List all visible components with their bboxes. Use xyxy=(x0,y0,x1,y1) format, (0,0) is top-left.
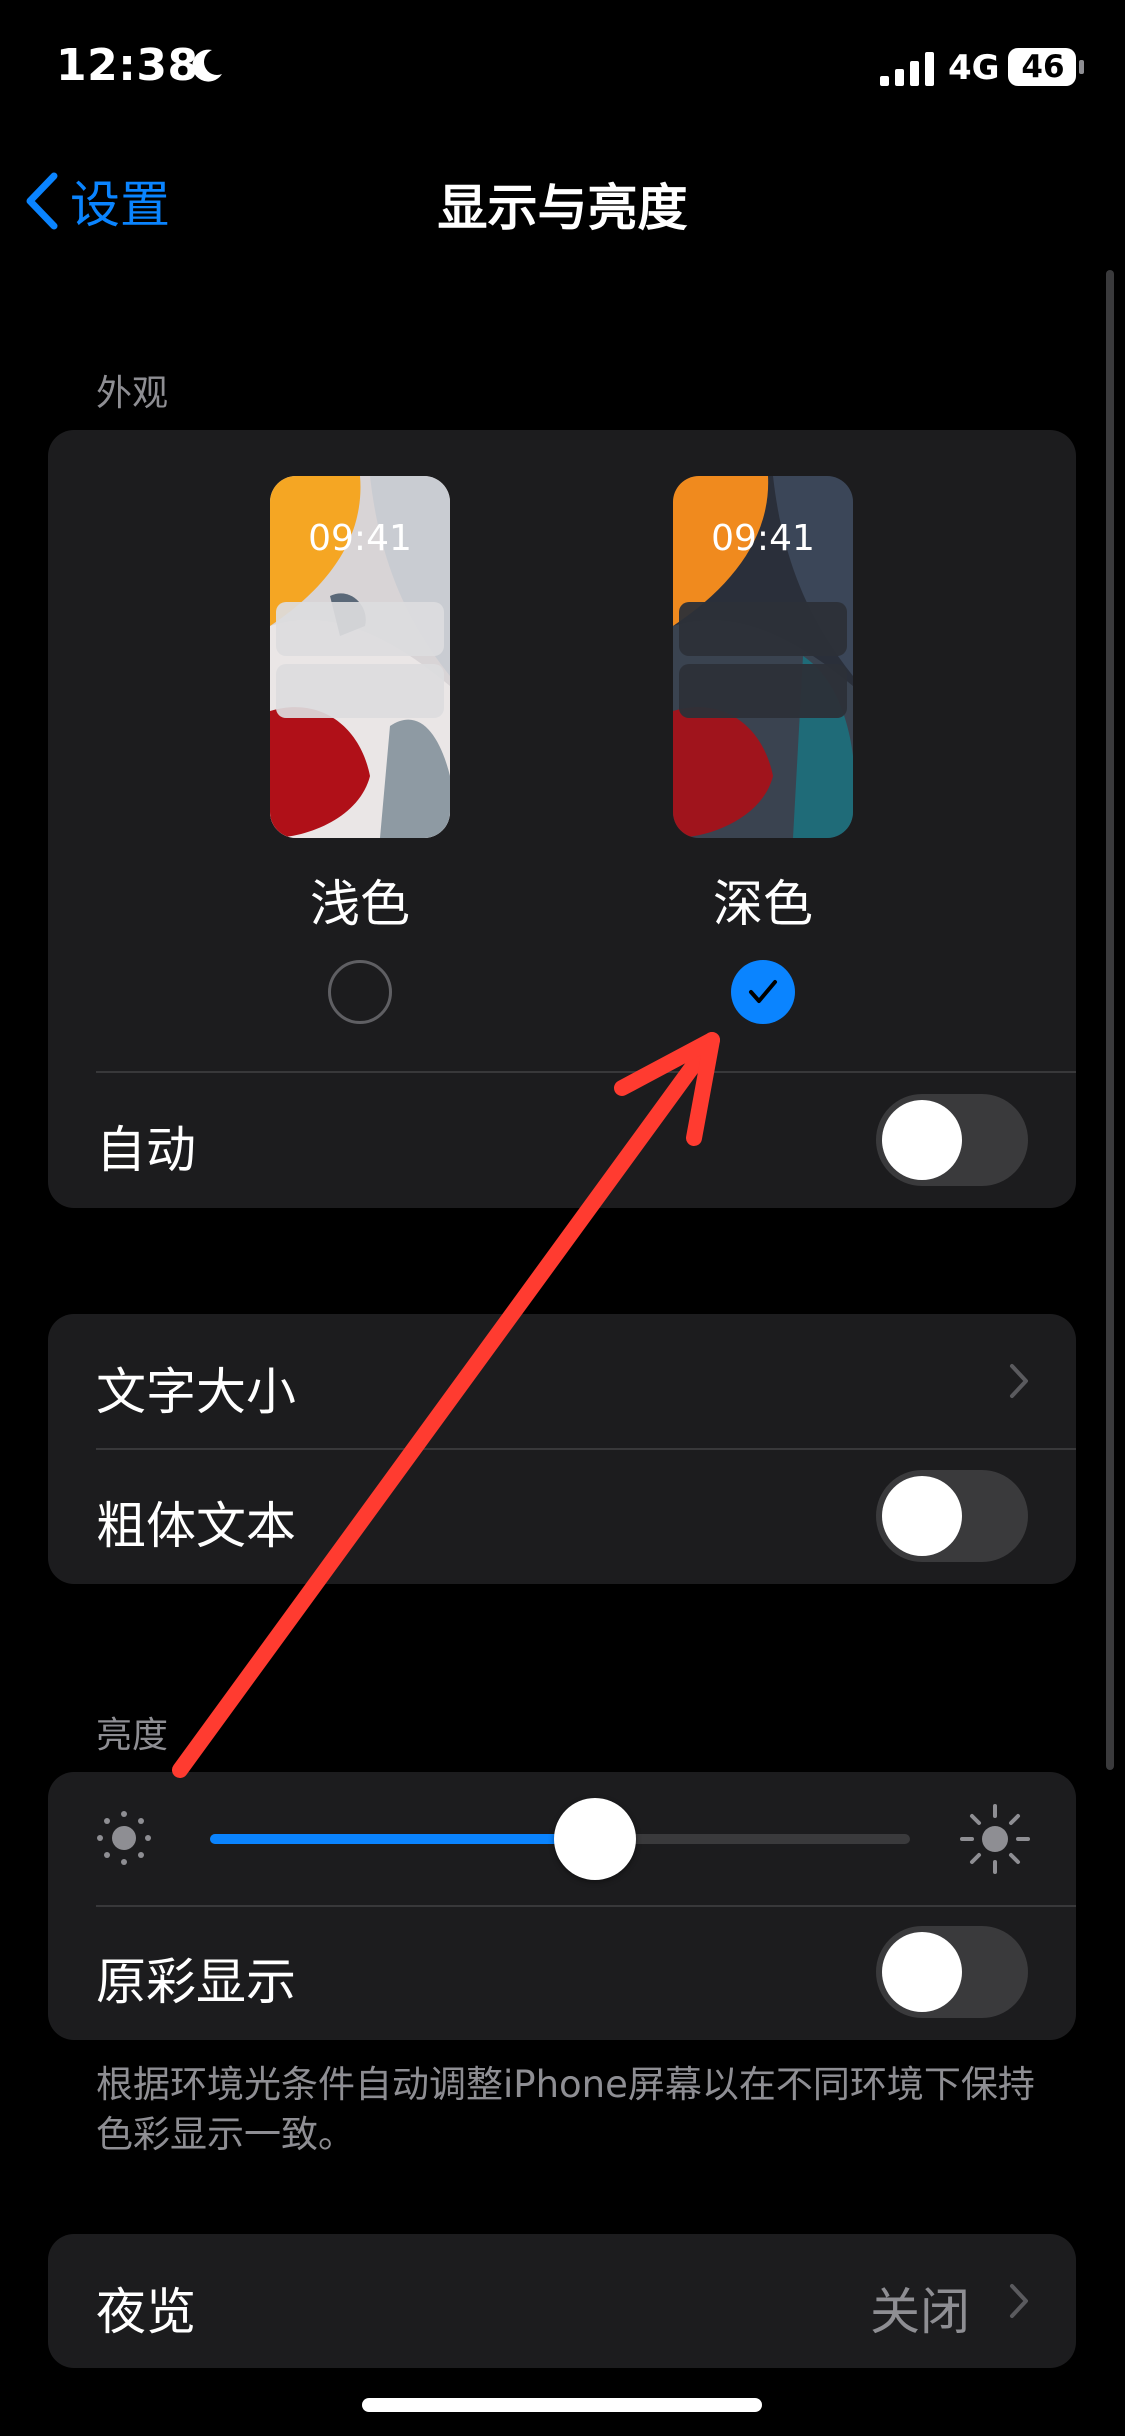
true-tone-description: 根据环境光条件自动调整iPhone屏幕以在不同环境下保持色彩显示一致。 xyxy=(96,2063,1035,2156)
checkmark-icon xyxy=(749,980,777,1003)
divider xyxy=(96,1448,1076,1450)
bold-text-toggle[interactable] xyxy=(876,1470,1028,1562)
text-settings-card: 文字大小 粗体文本 xyxy=(48,1314,1076,1584)
section-header-appearance: 外观 xyxy=(96,373,169,414)
brightness-high-icon xyxy=(960,1804,1030,1874)
night-shift-label: 夜览 xyxy=(96,2283,196,2341)
chevron-right-icon xyxy=(1010,1364,1028,1398)
brightness-slider[interactable] xyxy=(210,1798,910,1880)
night-shift-value: 关闭 xyxy=(870,2283,970,2341)
light-option-radio[interactable] xyxy=(328,960,392,1024)
chevron-right-icon xyxy=(1010,2284,1028,2318)
preview-time-light: 09:41 xyxy=(308,518,412,559)
brightness-slider-thumb[interactable] xyxy=(554,1798,636,1880)
brightness-slider-fill xyxy=(210,1834,595,1844)
appearance-card: 09:41 09:41 浅色 深色 自动 xyxy=(48,430,1076,1208)
home-indicator xyxy=(362,2398,762,2412)
network-type: 4G xyxy=(948,48,1000,88)
dark-option-label: 深色 xyxy=(713,875,813,933)
toggle-knob xyxy=(882,1932,962,2012)
auto-label: 自动 xyxy=(96,1121,196,1179)
light-option-label: 浅色 xyxy=(310,875,410,933)
scroll-indicator[interactable] xyxy=(1106,270,1114,1770)
dark-option-radio[interactable] xyxy=(731,960,795,1024)
light-mode-preview[interactable]: 09:41 xyxy=(270,476,450,838)
page-title: 显示与亮度 xyxy=(437,179,688,237)
true-tone-label: 原彩显示 xyxy=(96,1953,296,2011)
text-size-row[interactable]: 文字大小 xyxy=(48,1314,1076,1448)
cellular-signal-icon xyxy=(880,52,934,86)
divider xyxy=(96,1905,1076,1907)
dark-mode-preview[interactable]: 09:41 xyxy=(673,476,853,838)
toggle-knob xyxy=(882,1476,962,1556)
auto-toggle[interactable] xyxy=(876,1094,1028,1186)
toggle-knob xyxy=(882,1100,962,1180)
status-time: 12:38 xyxy=(56,40,199,91)
brightness-card: 原彩显示 xyxy=(48,1772,1076,2040)
preview-time-dark: 09:41 xyxy=(711,518,815,559)
moon-icon xyxy=(192,49,222,82)
divider xyxy=(96,1071,1076,1073)
battery-level: 46 xyxy=(1021,49,1065,85)
text-size-label: 文字大小 xyxy=(96,1363,296,1421)
section-header-brightness: 亮度 xyxy=(96,1715,169,1756)
night-shift-row[interactable]: 夜览 关闭 xyxy=(48,2234,1076,2368)
true-tone-toggle[interactable] xyxy=(876,1926,1028,2018)
brightness-low-icon xyxy=(97,1811,151,1865)
bold-text-label: 粗体文本 xyxy=(96,1497,296,1555)
